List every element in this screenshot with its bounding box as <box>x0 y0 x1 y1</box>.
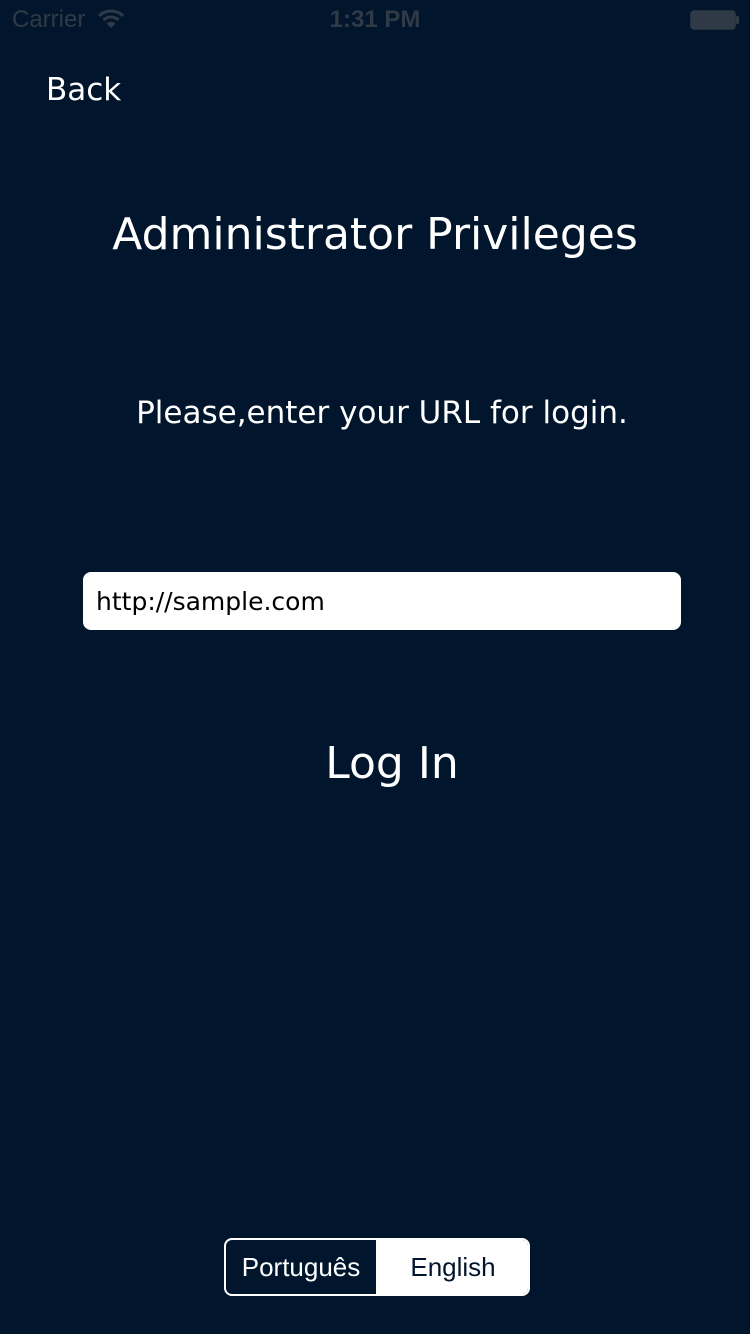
url-field[interactable] <box>83 572 681 630</box>
status-bar: Carrier 1:31 PM <box>0 0 750 40</box>
status-time: 1:31 PM <box>329 6 421 33</box>
language-option-english[interactable]: English <box>378 1240 528 1294</box>
login-button[interactable]: Log In <box>0 736 750 792</box>
language-segmented-control: Português English <box>224 1238 530 1296</box>
battery-icon <box>690 10 740 30</box>
language-option-portugues[interactable]: Português <box>226 1240 378 1294</box>
page-title: Administrator Privileges <box>112 209 638 260</box>
url-input[interactable] <box>83 572 681 630</box>
back-button[interactable]: Back <box>46 70 121 110</box>
login-instruction: Please,enter your URL for login. <box>136 395 628 431</box>
